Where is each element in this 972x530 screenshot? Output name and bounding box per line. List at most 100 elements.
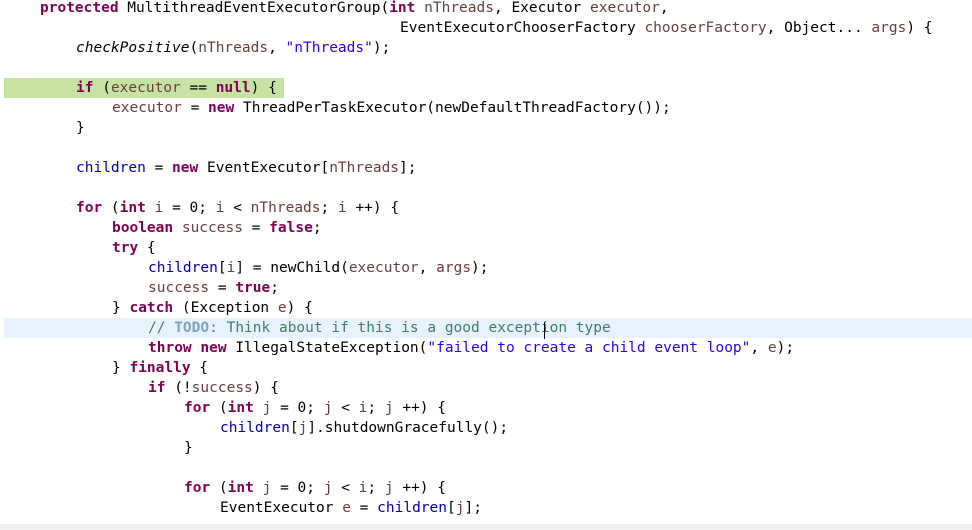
code-token: if	[148, 380, 166, 396]
code-token: catch	[129, 300, 174, 316]
code-token: , Object...	[766, 20, 872, 36]
code-token: ,	[750, 340, 768, 356]
code-token: ;	[270, 280, 279, 296]
code-token: i	[226, 260, 236, 276]
code-token: =	[145, 160, 173, 176]
code-editor[interactable]: protected MultithreadEventExecutorGroup(…	[0, 0, 972, 530]
code-text: } finally {	[112, 358, 208, 378]
code-line[interactable]: // TODO: Think about if this is a good e…	[4, 318, 972, 338]
code-token: }	[76, 120, 85, 136]
code-token: e	[342, 500, 351, 516]
code-token: EventExecutorChooserFactory	[400, 20, 645, 36]
code-line[interactable]: for (int j = 0; j < i; j ++) {	[4, 478, 972, 498]
code-text: EventExecutor e = children[j];	[220, 498, 482, 518]
code-token: ++) {	[346, 200, 400, 216]
code-token: (	[210, 400, 228, 416]
code-token: =	[350, 500, 378, 516]
code-token: ) {	[906, 20, 933, 36]
code-token: ];	[399, 160, 417, 176]
code-token: ++) {	[393, 400, 446, 416]
code-text: } catch (Exception e) {	[112, 298, 313, 318]
code-text: if (executor == null) {	[76, 78, 277, 98]
code-token: (	[189, 40, 199, 56]
code-line[interactable]: boolean success = false;	[4, 218, 972, 238]
code-token: }	[184, 440, 193, 456]
code-line[interactable]: }	[4, 118, 972, 138]
code-line[interactable]	[4, 138, 972, 158]
code-token: nThreads	[198, 40, 269, 56]
code-text: children = new EventExecutor[nThreads];	[76, 158, 417, 178]
code-token: =	[242, 220, 270, 236]
code-token: {	[190, 360, 209, 376]
code-text: }	[76, 118, 85, 138]
code-line[interactable]: } catch (Exception e) {	[4, 298, 972, 318]
code-token: args	[871, 20, 907, 36]
code-token: j	[384, 400, 394, 416]
code-token: EventExecutor[	[198, 160, 330, 176]
code-token: success	[191, 380, 253, 396]
code-line[interactable]: if (!success) {	[4, 378, 972, 398]
code-line[interactable]: for (int i = 0; i < nThreads; i ++) {	[4, 198, 972, 218]
code-token: ] = newChild(	[235, 260, 349, 276]
code-token: ) {	[286, 300, 313, 316]
code-text: EventExecutorChooserFactory chooserFacto…	[400, 18, 933, 38]
code-token: [	[447, 500, 456, 516]
code-line[interactable]: EventExecutorChooserFactory chooserFacto…	[4, 18, 972, 38]
code-token: success	[148, 280, 210, 296]
code-token: "failed to create a child event loop"	[427, 340, 751, 356]
code-line[interactable]	[4, 58, 972, 78]
code-token: for	[76, 200, 103, 216]
code-token: (	[93, 80, 111, 96]
code-token: i	[337, 200, 347, 216]
code-line[interactable]	[4, 458, 972, 478]
code-line[interactable]: checkPositive(nThreads, "nThreads");	[4, 38, 972, 58]
code-token: children	[220, 420, 290, 436]
code-token: }	[112, 360, 130, 376]
code-token: : Think about if this is a good exceptio…	[209, 320, 611, 336]
code-token: = 0;	[271, 400, 324, 416]
code-line[interactable]: EventExecutor e = children[j];	[4, 498, 972, 518]
code-token: finally	[129, 360, 191, 376]
code-text: throw new IllegalStateException("failed …	[148, 338, 794, 358]
code-token: if	[76, 80, 94, 96]
code-token: executor	[112, 100, 182, 116]
code-line[interactable]: if (executor == null) {	[4, 78, 284, 98]
code-token: <	[332, 400, 359, 416]
code-token: chooserFactory	[644, 20, 767, 36]
code-token: ;	[367, 480, 385, 496]
code-line[interactable]: throw new IllegalStateException("failed …	[4, 338, 972, 358]
code-line[interactable]: success = true;	[4, 278, 972, 298]
code-token: int	[389, 0, 416, 16]
code-token: ];	[464, 500, 482, 516]
code-token: int	[227, 480, 254, 496]
code-token: new	[172, 160, 199, 176]
code-token: null	[215, 80, 251, 96]
code-token: , Executor	[493, 0, 591, 16]
code-token: = 0;	[271, 480, 324, 496]
code-line[interactable]	[4, 178, 972, 198]
code-line[interactable]: protected MultithreadEventExecutorGroup(…	[4, 0, 972, 18]
code-text: // TODO: Think about if this is a good e…	[148, 318, 611, 338]
code-text: checkPositive(nThreads, "nThreads");	[76, 38, 390, 58]
code-line[interactable]: for (int j = 0; j < i; j ++) {	[4, 398, 972, 418]
code-text: if (!success) {	[148, 378, 279, 398]
code-line[interactable]: }	[4, 438, 972, 458]
code-line[interactable]: children[j].shutdownGracefully();	[4, 418, 972, 438]
code-token: ,	[659, 0, 669, 16]
horizontal-scrollbar[interactable]	[0, 524, 972, 530]
code-line[interactable]: children = new EventExecutor[nThreads];	[4, 158, 972, 178]
code-text: for (int i = 0; i < nThreads; i ++) {	[76, 198, 399, 218]
code-line[interactable]: } finally {	[4, 358, 972, 378]
code-token: int	[119, 200, 146, 216]
code-line[interactable]: try {	[4, 238, 972, 258]
code-line[interactable]: children[i] = newChild(executor, args);	[4, 258, 972, 278]
code-token: ,	[418, 260, 437, 276]
code-token: IllegalStateException(	[226, 340, 428, 356]
code-line[interactable]: executor = new ThreadPerTaskExecutor(new…	[4, 98, 972, 118]
code-text: executor = new ThreadPerTaskExecutor(new…	[112, 98, 671, 118]
code-token: new	[200, 340, 227, 356]
code-token: new	[208, 100, 235, 116]
code-token: );	[776, 340, 795, 356]
